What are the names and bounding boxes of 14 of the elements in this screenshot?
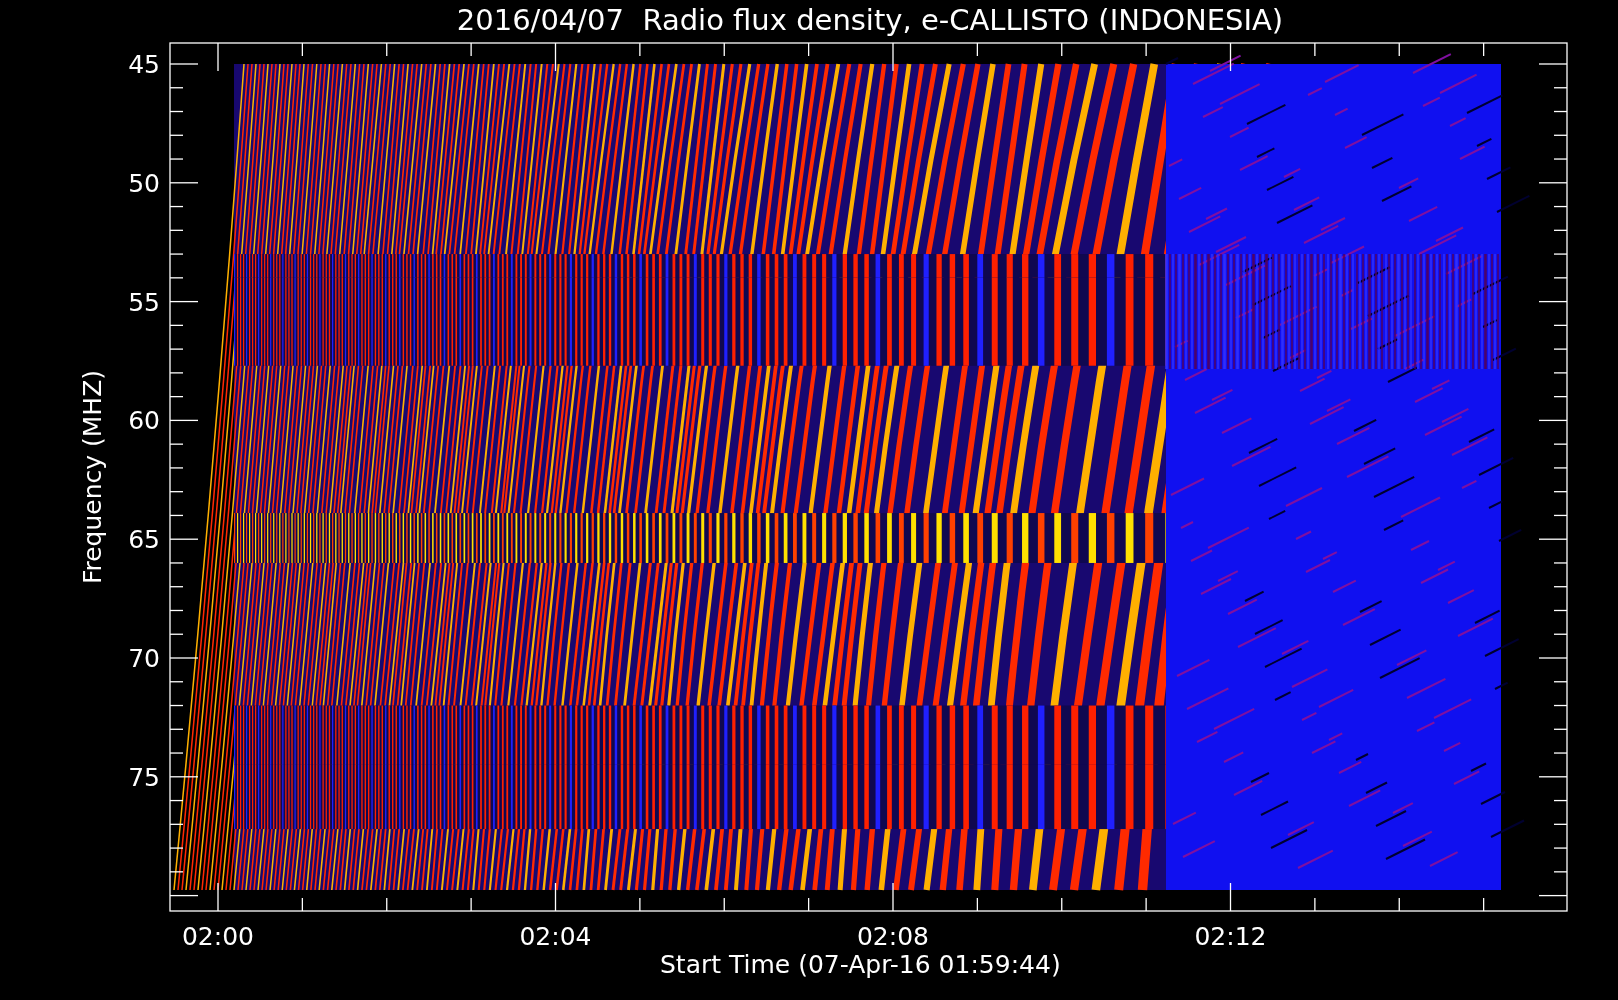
tick-label: 02:12 [1194, 922, 1267, 951]
axis-label: Frequency (MHZ) [78, 369, 107, 585]
tick-label: 02:08 [857, 922, 929, 951]
tick-label: 50 [128, 168, 160, 198]
plot-title: 2016/04/07 Radio flux density, e-CALLISTO (INDONESIA) [456, 3, 1284, 37]
tick-label: 55 [128, 287, 160, 317]
tick-label: 02:04 [519, 922, 592, 951]
tick-label: 45 [128, 50, 160, 79]
tick-label: 65 [128, 525, 160, 555]
tick-label: 70 [128, 644, 160, 673]
tick-label: 60 [128, 406, 160, 436]
axis-label: Start Time (07-Apr-16 01:59:44) [660, 950, 1061, 979]
tick-label: 75 [128, 762, 160, 792]
tick-label: 02:00 [182, 922, 254, 951]
